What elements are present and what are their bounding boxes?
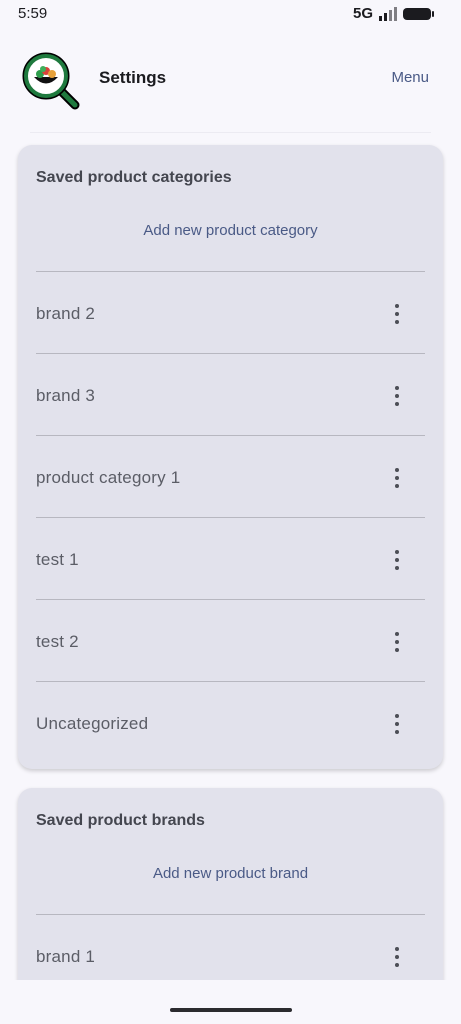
more-vert-icon[interactable] — [389, 550, 405, 570]
saved-categories-card: Saved product categories Add new product… — [18, 145, 443, 769]
more-vert-icon[interactable] — [389, 947, 405, 967]
list-item-label: product category 1 — [36, 468, 181, 487]
list-item[interactable]: brand 2 — [36, 271, 425, 353]
add-brand-button[interactable]: Add new product brand — [18, 865, 443, 882]
categories-card-title: Saved product categories — [36, 169, 232, 186]
gesture-handle[interactable] — [170, 1008, 292, 1012]
appbar-divider — [30, 132, 431, 133]
list-item-label: test 1 — [36, 550, 79, 569]
list-item[interactable]: test 1 — [36, 517, 425, 599]
more-vert-icon[interactable] — [389, 714, 405, 734]
network-type: 5G — [352, 5, 373, 22]
list-item-label: brand 3 — [36, 386, 96, 405]
navigation-bar — [0, 980, 461, 1024]
more-vert-icon[interactable] — [389, 468, 405, 488]
more-vert-icon[interactable] — [389, 632, 405, 652]
category-list: brand 2 brand 3 product category 1 test … — [36, 271, 425, 763]
more-vert-icon[interactable] — [389, 386, 405, 406]
list-item-label: brand 2 — [36, 304, 96, 323]
list-item-label: Uncategorized — [36, 714, 149, 733]
page-title: Settings — [99, 68, 167, 87]
signal-icon — [379, 6, 397, 21]
magnifier-salad-icon — [22, 52, 80, 110]
app-bar: Settings Menu — [0, 40, 461, 120]
add-category-button[interactable]: Add new product category — [18, 222, 443, 239]
menu-button[interactable]: Menu — [391, 69, 429, 86]
list-item[interactable]: test 2 — [36, 599, 425, 681]
battery-icon — [403, 7, 434, 20]
list-item[interactable]: product category 1 — [36, 435, 425, 517]
status-bar: 5:59 5G — [0, 0, 461, 28]
more-vert-icon[interactable] — [389, 304, 405, 324]
brands-card-title: Saved product brands — [36, 812, 205, 829]
status-icons: 5G — [352, 5, 434, 22]
list-item[interactable]: brand 3 — [36, 353, 425, 435]
list-item-label: brand 1 — [36, 947, 96, 966]
list-item-label: test 2 — [36, 632, 79, 651]
status-time: 5:59 — [18, 5, 48, 22]
list-item[interactable]: Uncategorized — [36, 681, 425, 763]
